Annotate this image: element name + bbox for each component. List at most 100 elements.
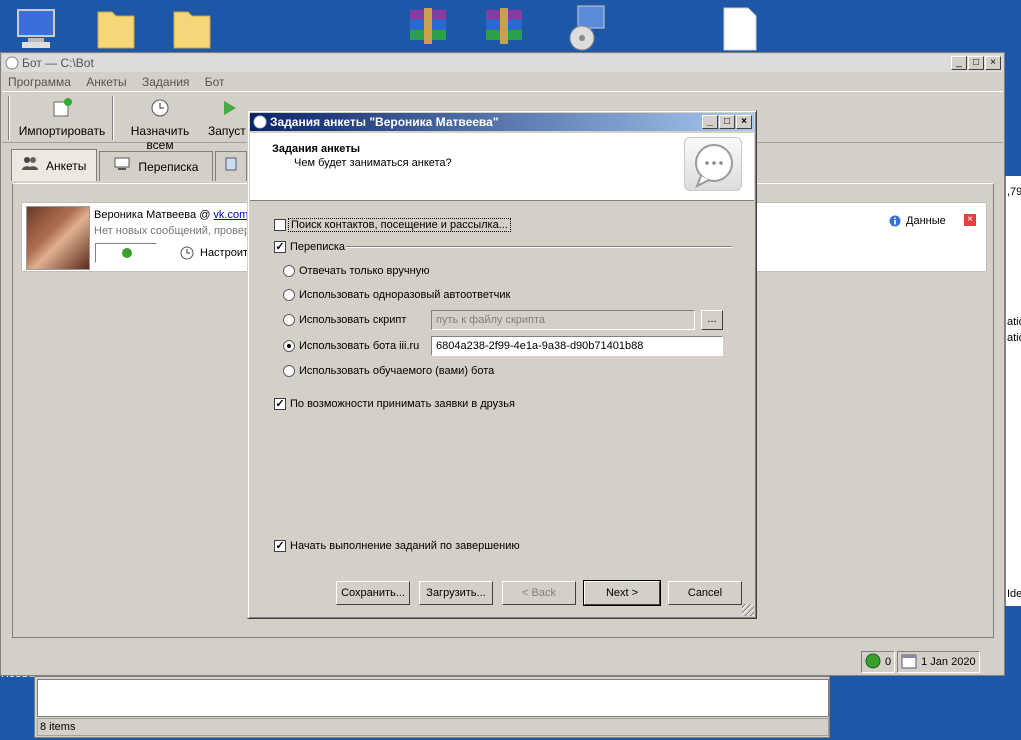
- installer-icon[interactable]: [562, 4, 610, 52]
- main-window-title: Бот — C:\Bot: [22, 56, 94, 70]
- radio-manual-label[interactable]: Отвечать только вручную: [299, 265, 429, 277]
- tasks-dialog: Задания анкеты "Вероника Матвеева" _ □ ×…: [247, 110, 757, 619]
- folder-icon[interactable]: [92, 4, 140, 52]
- load-button[interactable]: Загрузить...: [419, 581, 493, 605]
- partial-text: Ide: [1007, 588, 1021, 600]
- close-button[interactable]: ×: [736, 115, 752, 129]
- info-icon: [889, 215, 901, 230]
- chat-label[interactable]: Переписка: [290, 241, 345, 253]
- close-red-icon[interactable]: ×: [964, 214, 976, 226]
- tab-profiles-label: Анкеты: [46, 158, 87, 173]
- radio-trainable-bot[interactable]: [283, 365, 295, 377]
- profile-name: Вероника Матвеева @: [94, 209, 214, 221]
- profile-status: Нет новых сообщений, провер: [94, 225, 251, 237]
- dialog-titlebar[interactable]: Задания анкеты "Вероника Матвеева" _ □ ×: [250, 113, 754, 131]
- minimize-button[interactable]: _: [951, 56, 967, 70]
- data-link[interactable]: Данные: [906, 215, 946, 227]
- save-button[interactable]: Сохранить...: [336, 581, 410, 605]
- book-icon: [224, 153, 238, 181]
- tab-chat[interactable]: Переписка: [99, 151, 214, 181]
- dialog-title: Задания анкеты "Вероника Матвеева": [270, 115, 499, 129]
- winrar-archive-icon[interactable]: [480, 4, 528, 52]
- radio-one-time-autoresponder-label[interactable]: Использовать одноразовый автоответчик: [299, 289, 510, 301]
- browse-button[interactable]: ...: [701, 310, 723, 330]
- partial-text: atio: [1007, 316, 1021, 328]
- header-title: Задания анкеты: [272, 143, 361, 155]
- clock-icon: [150, 98, 170, 118]
- speech-bubble-icon: [684, 137, 742, 191]
- radio-manual[interactable]: [283, 265, 295, 277]
- winrar-archive-icon[interactable]: [404, 4, 452, 52]
- header-subtitle: Чем будет заниматься анкета?: [294, 157, 452, 169]
- minimize-button[interactable]: _: [702, 115, 718, 129]
- explorer-window: 8 items: [34, 676, 830, 738]
- assign-all-button[interactable]: Назначить всем: [116, 96, 204, 152]
- tab-profiles[interactable]: Анкеты: [11, 149, 98, 181]
- dialog-window-controls: _ □ ×: [701, 115, 752, 129]
- tab-more[interactable]: [215, 151, 248, 181]
- document-icon[interactable]: [716, 4, 764, 52]
- next-button[interactable]: Next >: [583, 580, 661, 606]
- search-contacts-label[interactable]: Поиск контактов, посещение и рассылка...: [288, 218, 511, 232]
- online-count: 0: [885, 656, 892, 668]
- back-button[interactable]: < Back: [502, 581, 576, 605]
- menu-tasks[interactable]: Задания: [142, 75, 189, 89]
- assign-all-label: Назначить всем: [130, 124, 190, 152]
- online-indicator[interactable]: [95, 243, 157, 263]
- start-button[interactable]: Запуст: [208, 96, 252, 140]
- menu-profiles[interactable]: Анкеты: [86, 75, 126, 89]
- menu-program[interactable]: Программа: [8, 75, 71, 89]
- background-window-edge: ,79 atio atio Ide: [1005, 176, 1021, 606]
- accept-friends-label[interactable]: По возможности принимать заявки в друзья: [290, 398, 515, 410]
- cancel-button[interactable]: Cancel: [668, 581, 742, 605]
- chat-bubble-icon: [253, 115, 267, 134]
- start-label: Запуст: [208, 124, 246, 138]
- menu-bot[interactable]: Бот: [205, 75, 225, 89]
- computer-icon[interactable]: [12, 4, 60, 52]
- profile-name-line: Вероника Матвеева @ vk.com: [94, 209, 248, 221]
- script-path-field[interactable]: путь к файлу скрипта: [431, 310, 695, 330]
- resize-grip-icon[interactable]: [742, 604, 754, 616]
- accept-friends-checkbox[interactable]: ✓: [274, 398, 286, 410]
- toolbar-separator: [8, 96, 10, 140]
- bot-id-field[interactable]: 6804a238-2f99-4e1a-9a38-d90b71401b88: [431, 336, 723, 356]
- monitor-icon: [114, 153, 130, 181]
- import-button[interactable]: Импортировать: [16, 96, 108, 140]
- radio-script[interactable]: [283, 314, 295, 326]
- maximize-button[interactable]: □: [719, 115, 735, 129]
- radio-one-time-autoresponder[interactable]: [283, 289, 295, 301]
- main-titlebar[interactable]: Бот — C:\Bot _ □ ×: [2, 54, 1003, 72]
- chat-checkbox[interactable]: ✓: [274, 241, 286, 253]
- avatar: [26, 206, 90, 270]
- status-bar: 0 1 Jan 2020: [861, 651, 987, 673]
- partial-text: ,79: [1007, 186, 1021, 198]
- toolbar-separator: [112, 96, 114, 140]
- start-on-finish-checkbox[interactable]: ✓: [274, 540, 286, 552]
- radio-script-label[interactable]: Использовать скрипт: [299, 314, 406, 326]
- close-button[interactable]: ×: [985, 56, 1001, 70]
- menu-bar: Программа Анкеты Задания Бот: [2, 73, 1003, 91]
- radio-iii-bot-label[interactable]: Использовать бота iii.ru: [299, 340, 419, 352]
- maximize-button[interactable]: □: [968, 56, 984, 70]
- profile-link[interactable]: vk.com: [213, 209, 248, 221]
- folder-icon[interactable]: [168, 4, 216, 52]
- radio-trainable-bot-label[interactable]: Использовать обучаемого (вами) бота: [299, 365, 494, 377]
- play-icon: [220, 98, 240, 118]
- clock-icon: [180, 246, 194, 263]
- configure-link[interactable]: Настроит: [200, 247, 248, 259]
- tab-chat-label: Переписка: [138, 159, 199, 174]
- dialog-header: Задания анкеты Чем будет заниматься анке…: [250, 133, 754, 201]
- group-divider: [346, 246, 732, 248]
- import-icon: [52, 98, 72, 118]
- users-icon: [22, 152, 38, 180]
- status-date: 1 Jan 2020: [897, 651, 980, 673]
- start-on-finish-label[interactable]: Начать выполнение заданий по завершению: [290, 540, 520, 552]
- date-text: 1 Jan 2020: [921, 656, 976, 668]
- tab-strip: Анкеты Переписка: [11, 149, 249, 181]
- globe-icon: [865, 653, 881, 672]
- explorer-status: 8 items: [37, 718, 829, 736]
- radio-iii-bot[interactable]: [283, 340, 295, 352]
- explorer-file-list[interactable]: [37, 679, 829, 717]
- search-contacts-checkbox[interactable]: [274, 219, 286, 231]
- calendar-icon: [901, 653, 917, 672]
